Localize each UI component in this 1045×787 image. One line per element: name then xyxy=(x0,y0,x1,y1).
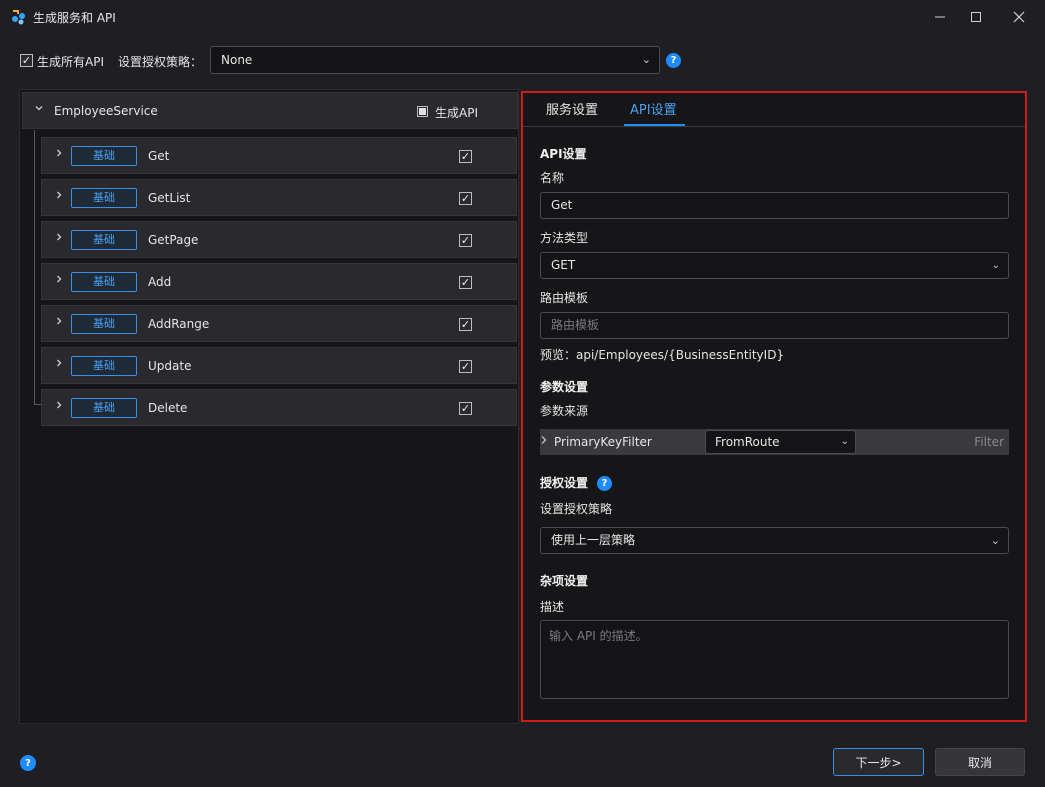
name-label: 名称 xyxy=(540,171,565,185)
auth-policy-label: 设置授权策略： xyxy=(118,55,203,69)
api-generate-checkbox[interactable]: ✓ xyxy=(459,192,472,205)
chevron-down-icon: ⌄ xyxy=(990,534,1000,547)
api-row[interactable]: 基础 AddRange ✓ xyxy=(41,305,517,342)
api-name: Update xyxy=(148,359,192,373)
param-source-value: FromRoute xyxy=(715,435,780,449)
generate-api-checkbox[interactable] xyxy=(417,106,428,117)
chevron-right-icon[interactable] xyxy=(540,435,548,448)
api-category-badge: 基础 xyxy=(71,356,137,376)
api-generate-checkbox[interactable]: ✓ xyxy=(459,360,472,373)
api-name: GetList xyxy=(148,191,191,205)
param-source-select[interactable]: FromRoute ⌄ xyxy=(705,430,856,454)
tree-connector xyxy=(34,130,35,405)
chevron-down-icon[interactable] xyxy=(34,103,44,116)
tab-service-settings[interactable]: 服务设置 xyxy=(546,99,598,127)
api-settings-title: API设置 xyxy=(540,147,587,161)
description-label: 描述 xyxy=(540,600,565,614)
auth-policy-select[interactable]: None ⌄ xyxy=(210,46,660,74)
auth-policy-label: 设置授权策略 xyxy=(540,502,613,516)
api-row[interactable]: 基础 GetPage ✓ xyxy=(41,221,517,258)
route-template-label: 路由模板 xyxy=(540,291,589,305)
misc-settings-title: 杂项设置 xyxy=(540,574,589,588)
help-icon[interactable]: ? xyxy=(597,476,612,491)
api-generate-checkbox[interactable]: ✓ xyxy=(459,318,472,331)
param-type: Filter xyxy=(974,435,1004,449)
maximize-button[interactable] xyxy=(956,0,996,34)
description-placeholder: 输入 API 的描述。 xyxy=(549,629,648,643)
api-category-badge: 基础 xyxy=(71,314,137,334)
api-generate-checkbox[interactable]: ✓ xyxy=(459,234,472,247)
minimize-button[interactable] xyxy=(920,0,960,34)
route-preview: 预览：api/Employees/{BusinessEntityID} xyxy=(540,348,785,362)
api-category-badge: 基础 xyxy=(71,188,137,208)
api-category-badge: 基础 xyxy=(71,146,137,166)
name-input[interactable]: Get xyxy=(540,192,1009,219)
minimize-icon xyxy=(935,16,945,18)
api-row[interactable]: 基础 Get ✓ xyxy=(41,137,517,174)
chevron-right-icon[interactable] xyxy=(54,400,64,413)
api-name: AddRange xyxy=(148,317,210,331)
settings-tabs: 服务设置 API设置 xyxy=(523,93,1025,127)
api-name: GetPage xyxy=(148,233,199,247)
api-category-badge: 基础 xyxy=(71,272,137,292)
method-type-select[interactable]: GET ⌄ xyxy=(540,252,1009,279)
chevron-right-icon[interactable] xyxy=(54,190,64,203)
app-logo-icon xyxy=(12,10,25,25)
service-row[interactable]: EmployeeService 生成API xyxy=(22,92,518,129)
title-bar: 生成服务和 API xyxy=(0,0,1045,34)
auth-policy-select[interactable]: 使用上一层策略 ⌄ xyxy=(540,527,1009,554)
maximize-icon xyxy=(971,12,981,22)
api-row[interactable]: 基础 Update ✓ xyxy=(41,347,517,384)
window-title: 生成服务和 API xyxy=(33,11,116,25)
settings-panel: 服务设置 API设置 API设置 名称 Get 方法类型 GET ⌄ 路由模板 … xyxy=(521,91,1027,722)
auth-policy-value: 使用上一层策略 xyxy=(551,533,636,547)
help-icon[interactable]: ? xyxy=(666,53,681,68)
chevron-right-icon[interactable] xyxy=(54,232,64,245)
api-generate-checkbox[interactable]: ✓ xyxy=(459,276,472,289)
route-template-input[interactable]: 路由模板 xyxy=(540,312,1009,339)
api-generate-checkbox[interactable]: ✓ xyxy=(459,402,472,415)
generate-all-api-checkbox[interactable]: ✓ xyxy=(20,54,33,67)
description-textarea[interactable]: 输入 API 的描述。 xyxy=(540,620,1009,699)
api-row[interactable]: 基础 Add ✓ xyxy=(41,263,517,300)
api-name: Add xyxy=(148,275,172,289)
generate-all-api-label: 生成所有API xyxy=(37,55,104,69)
api-row[interactable]: 基础 Delete ✓ xyxy=(41,389,517,426)
next-button[interactable]: 下一步> xyxy=(833,748,924,776)
param-name: PrimaryKeyFilter xyxy=(554,435,652,449)
chevron-right-icon[interactable] xyxy=(54,274,64,287)
name-input-value: Get xyxy=(551,198,573,212)
generate-api-label: 生成API xyxy=(435,106,478,120)
service-name: EmployeeService xyxy=(54,104,158,118)
method-type-label: 方法类型 xyxy=(540,231,589,245)
close-icon xyxy=(1013,11,1025,23)
help-icon[interactable]: ? xyxy=(20,755,36,771)
route-template-placeholder: 路由模板 xyxy=(551,318,600,332)
param-settings-title: 参数设置 xyxy=(540,380,589,394)
api-name: Delete xyxy=(148,401,188,415)
api-generate-checkbox[interactable]: ✓ xyxy=(459,150,472,163)
api-name: Get xyxy=(148,149,170,163)
method-type-value: GET xyxy=(551,258,576,272)
param-source-label: 参数来源 xyxy=(540,404,589,418)
api-row[interactable]: 基础 GetList ✓ xyxy=(41,179,517,216)
top-options-row: ✓ 生成所有API 设置授权策略： None ⌄ ? xyxy=(18,46,1028,74)
api-category-badge: 基础 xyxy=(71,398,137,418)
chevron-right-icon[interactable] xyxy=(54,358,64,371)
chevron-down-icon: ⌄ xyxy=(641,53,651,66)
auth-settings-title: 授权设置 xyxy=(540,476,589,490)
close-button[interactable] xyxy=(999,0,1039,34)
service-tree-panel: EmployeeService 生成API 基础 Get ✓ 基础 GetList ✓ 基础… xyxy=(19,89,519,724)
tab-api-settings[interactable]: API设置 xyxy=(630,99,677,127)
chevron-right-icon[interactable] xyxy=(54,148,64,161)
auth-policy-value: None xyxy=(221,53,253,67)
chevron-down-icon: ⌄ xyxy=(991,260,1000,271)
active-tab-indicator xyxy=(624,124,685,126)
param-row[interactable]: PrimaryKeyFilter FromRoute ⌄ Filter xyxy=(540,429,1009,455)
chevron-right-icon[interactable] xyxy=(54,316,64,329)
api-category-badge: 基础 xyxy=(71,230,137,250)
chevron-down-icon: ⌄ xyxy=(840,436,849,447)
cancel-button[interactable]: 取消 xyxy=(935,748,1025,776)
